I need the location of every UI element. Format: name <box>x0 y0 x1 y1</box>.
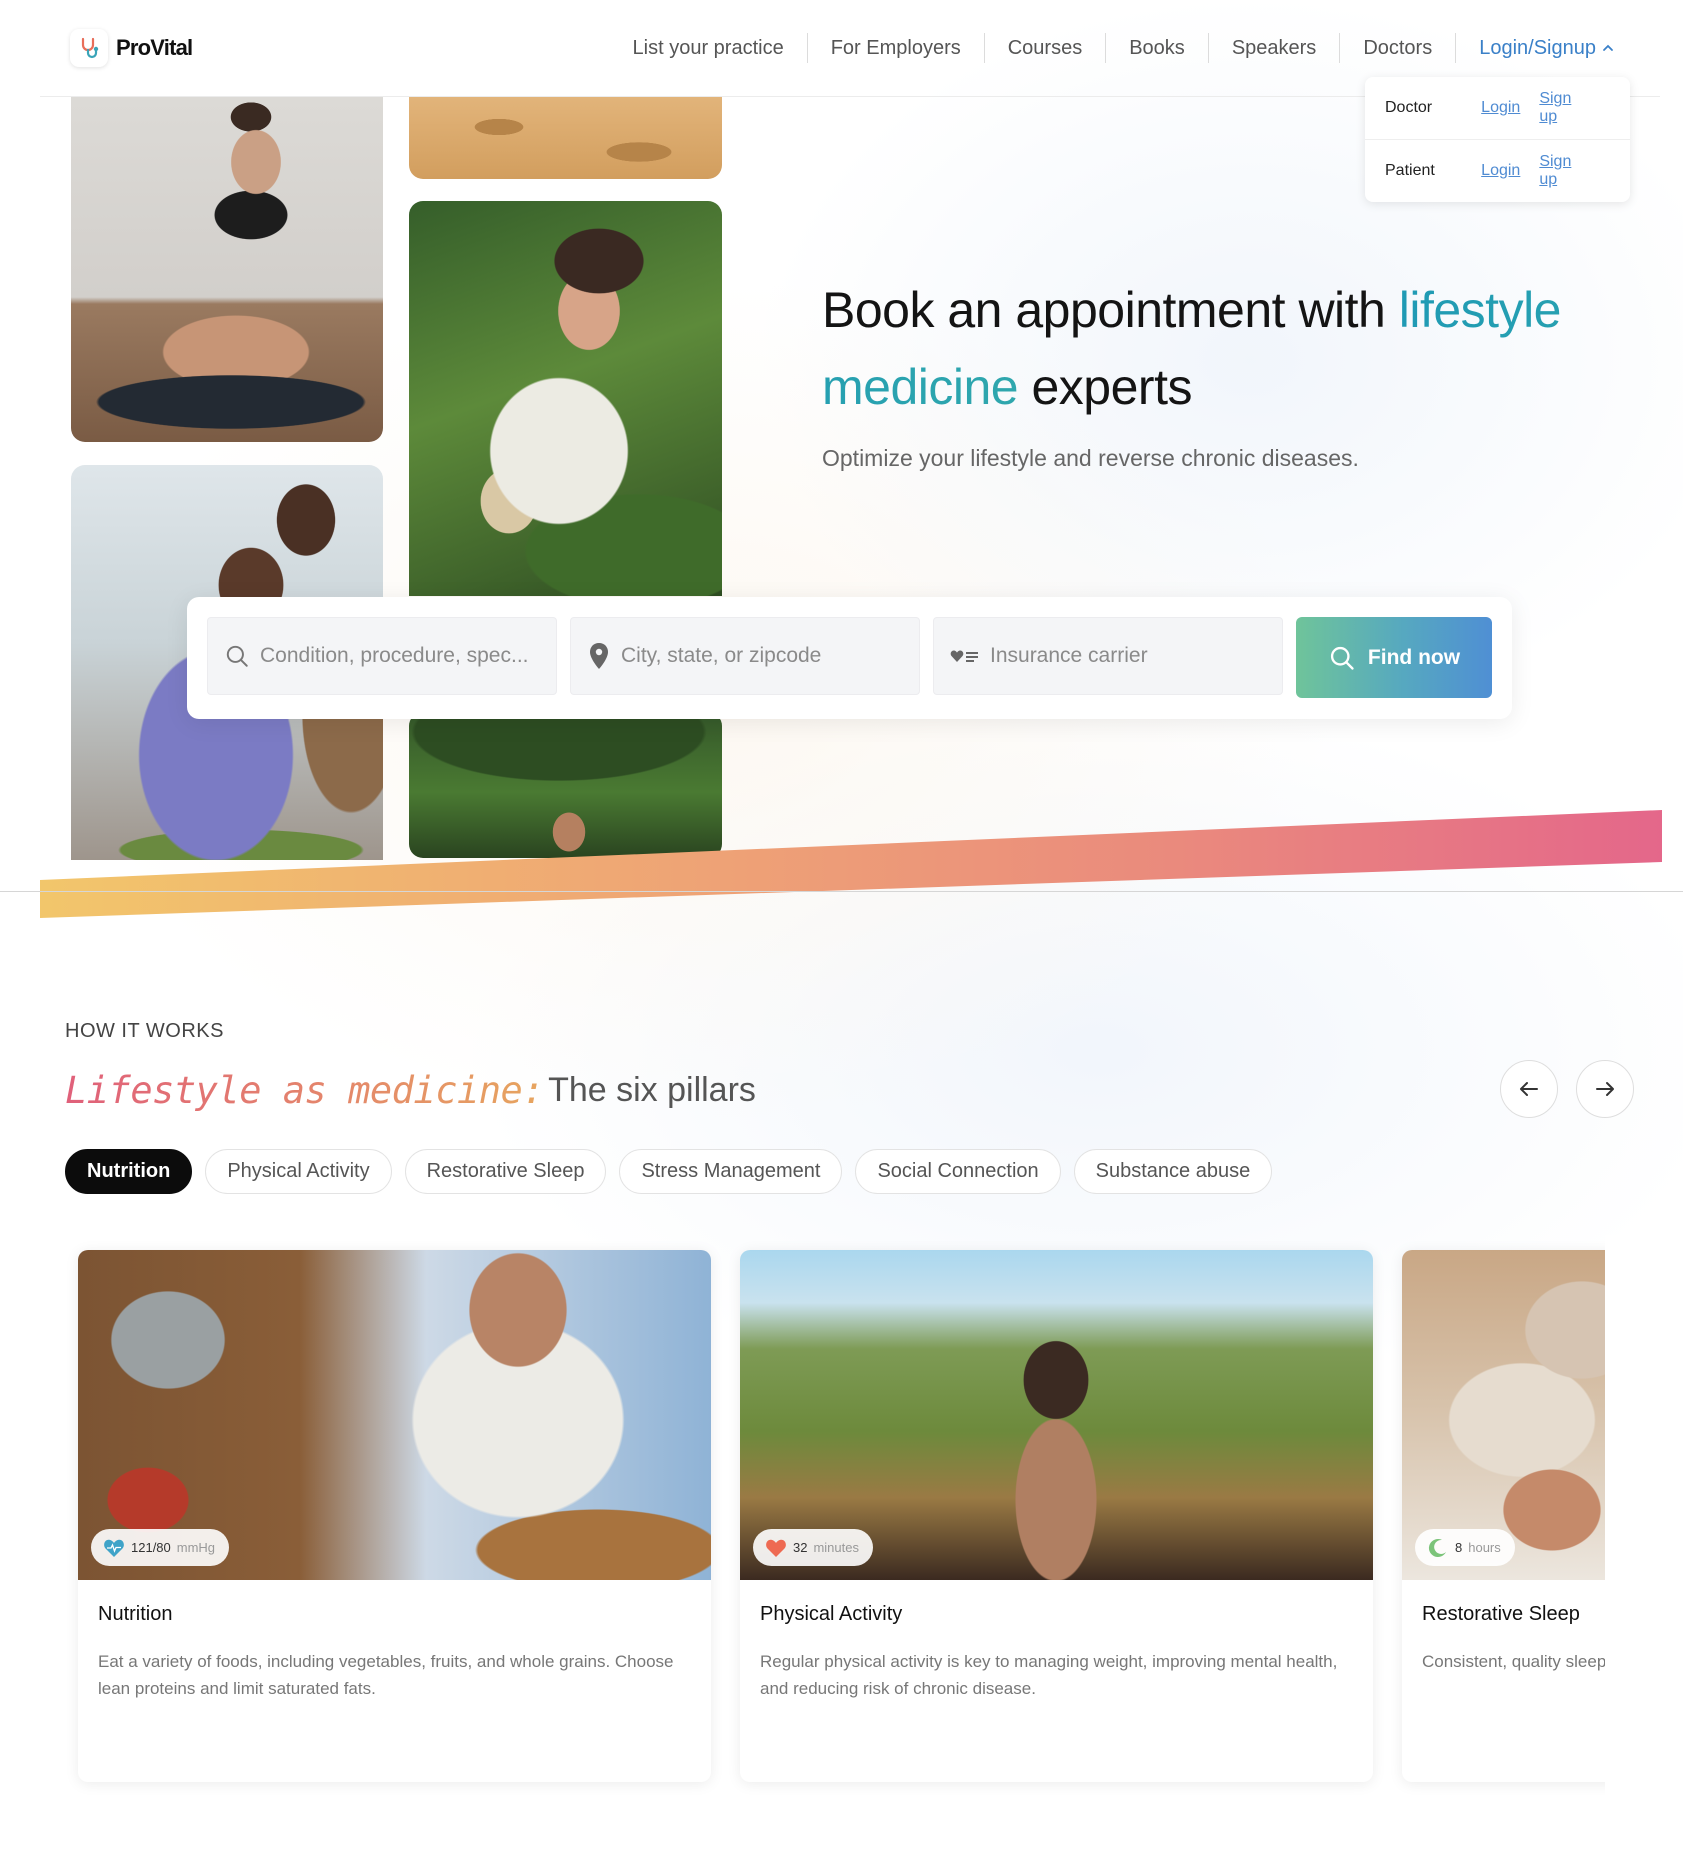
stat-badge: 32 minutes <box>753 1529 873 1566</box>
hero-title: Book an appointment with lifestyle medic… <box>822 272 1642 426</box>
location-placeholder: City, state, or zipcode <box>621 644 822 667</box>
chevron-up-icon <box>1603 44 1613 51</box>
dropdown-role: Doctor <box>1385 99 1433 116</box>
pillar-card-restorative-sleep[interactable]: 8 hours Restorative Sleep Consistent, qu… <box>1402 1250 1635 1782</box>
carousel-prev-button[interactable] <box>1500 1060 1558 1118</box>
main-nav: List your practice For Employers Courses… <box>610 30 1614 66</box>
hero-title-part1: Book an appointment with <box>822 282 1399 338</box>
arrow-left-icon <box>1520 1082 1538 1096</box>
condition-placeholder: Condition, procedure, spec... <box>260 644 529 667</box>
heart-icon <box>104 1539 124 1557</box>
badge-unit: hours <box>1468 1540 1501 1555</box>
badge-unit: minutes <box>813 1540 859 1555</box>
badge-unit: mmHg <box>176 1540 216 1555</box>
card-description: Eat a variety of foods, including vegeta… <box>98 1652 674 1698</box>
brand-name: ProVital <box>116 35 193 60</box>
hero-image-park <box>409 712 722 858</box>
find-now-button[interactable]: Find now <box>1296 617 1492 698</box>
badge-value: 32 <box>793 1540 808 1555</box>
pillar-card-nutrition[interactable]: 121/80 mmHg Nutrition Eat a variety of f… <box>78 1250 711 1782</box>
hero-subtitle: Optimize your lifestyle and reverse chro… <box>822 445 1359 471</box>
login-dropdown: Doctor Login Sign up Patient Login Sign … <box>1365 77 1630 202</box>
stat-badge: 8 hours <box>1415 1529 1515 1566</box>
stethoscope-icon <box>70 29 108 67</box>
hero-image-sand <box>409 97 722 179</box>
nav-doctors[interactable]: Doctors <box>1340 33 1457 63</box>
card-title: Physical Activity <box>760 1603 903 1625</box>
condition-search-input[interactable]: Condition, procedure, spec... <box>207 617 557 695</box>
pillar-tabs: Nutrition Physical Activity Restorative … <box>65 1149 1273 1194</box>
tab-stress-management[interactable]: Stress Management <box>619 1149 843 1194</box>
brand-logo[interactable]: ProVital <box>70 28 193 68</box>
location-search-input[interactable]: City, state, or zipcode <box>570 617 920 695</box>
patient-login-link[interactable]: Login <box>1481 162 1520 180</box>
badge-value: 121/80 <box>131 1540 171 1555</box>
card-description: Consistent, quality sleep i physical eal… <box>1422 1652 1635 1671</box>
stat-badge: 121/80 mmHg <box>91 1529 230 1566</box>
section-title-rest: The six pillars <box>548 1070 756 1109</box>
tab-restorative-sleep[interactable]: Restorative Sleep <box>404 1149 607 1194</box>
tab-physical-activity[interactable]: Physical Activity <box>205 1149 392 1194</box>
pillar-card-physical-activity[interactable]: 32 minutes Physical Activity Regular phy… <box>740 1250 1373 1782</box>
badge-value: 8 <box>1455 1540 1463 1555</box>
tab-social-connection[interactable]: Social Connection <box>855 1149 1061 1194</box>
nav-speakers[interactable]: Speakers <box>1209 33 1341 63</box>
insurance-heart-list-icon <box>950 650 978 662</box>
arrow-right-icon <box>1596 1082 1614 1096</box>
nav-list-practice[interactable]: List your practice <box>610 33 808 63</box>
map-pin-icon <box>590 643 608 669</box>
search-bar: Condition, procedure, spec... City, stat… <box>187 597 1512 719</box>
nav-courses[interactable]: Courses <box>985 33 1107 63</box>
section-title-script: Lifestyle as medicine: <box>65 1068 545 1112</box>
search-icon <box>1330 646 1354 670</box>
hero-title-part2: experts <box>1018 359 1193 415</box>
find-now-label: Find now <box>1367 645 1461 669</box>
insurance-placeholder: Insurance carrier <box>990 644 1148 667</box>
moon-icon <box>1428 1538 1446 1557</box>
nav-books[interactable]: Books <box>1106 33 1209 63</box>
login-signup-label: Login/Signup <box>1479 37 1596 59</box>
heart-icon <box>766 1539 786 1557</box>
tab-substance-abuse[interactable]: Substance abuse <box>1073 1149 1273 1194</box>
pillar-cards-carousel: 121/80 mmHg Nutrition Eat a variety of f… <box>65 1235 1635 1795</box>
card-description: Regular physical activity is key to mana… <box>760 1652 1338 1698</box>
search-icon <box>226 645 248 667</box>
nav-employers[interactable]: For Employers <box>808 33 985 63</box>
carousel-edge-mask <box>1605 1235 1683 1795</box>
tab-nutrition[interactable]: Nutrition <box>65 1149 193 1194</box>
dropdown-row-patient: Patient Login Sign up <box>1365 139 1630 201</box>
insurance-carrier-input[interactable]: Insurance carrier <box>933 617 1283 695</box>
doctor-signup-link[interactable]: Sign up <box>1539 90 1591 126</box>
nav-login-signup[interactable]: Login/Signup <box>1456 33 1614 63</box>
patient-signup-link[interactable]: Sign up <box>1539 153 1591 189</box>
hero-image-yoga <box>71 97 383 442</box>
card-title: Nutrition <box>98 1603 173 1625</box>
carousel-next-button[interactable] <box>1576 1060 1634 1118</box>
section-title: Lifestyle as medicine: The six pillars <box>65 1066 756 1114</box>
divider <box>0 891 1683 892</box>
hero-image-gardening <box>409 201 722 596</box>
section-eyebrow: HOW IT WORKS <box>65 1020 224 1042</box>
doctor-login-link[interactable]: Login <box>1481 99 1520 117</box>
dropdown-role: Patient <box>1385 161 1435 179</box>
card-title: Restorative Sleep <box>1422 1603 1580 1625</box>
dropdown-row-doctor: Doctor Login Sign up <box>1365 77 1630 139</box>
